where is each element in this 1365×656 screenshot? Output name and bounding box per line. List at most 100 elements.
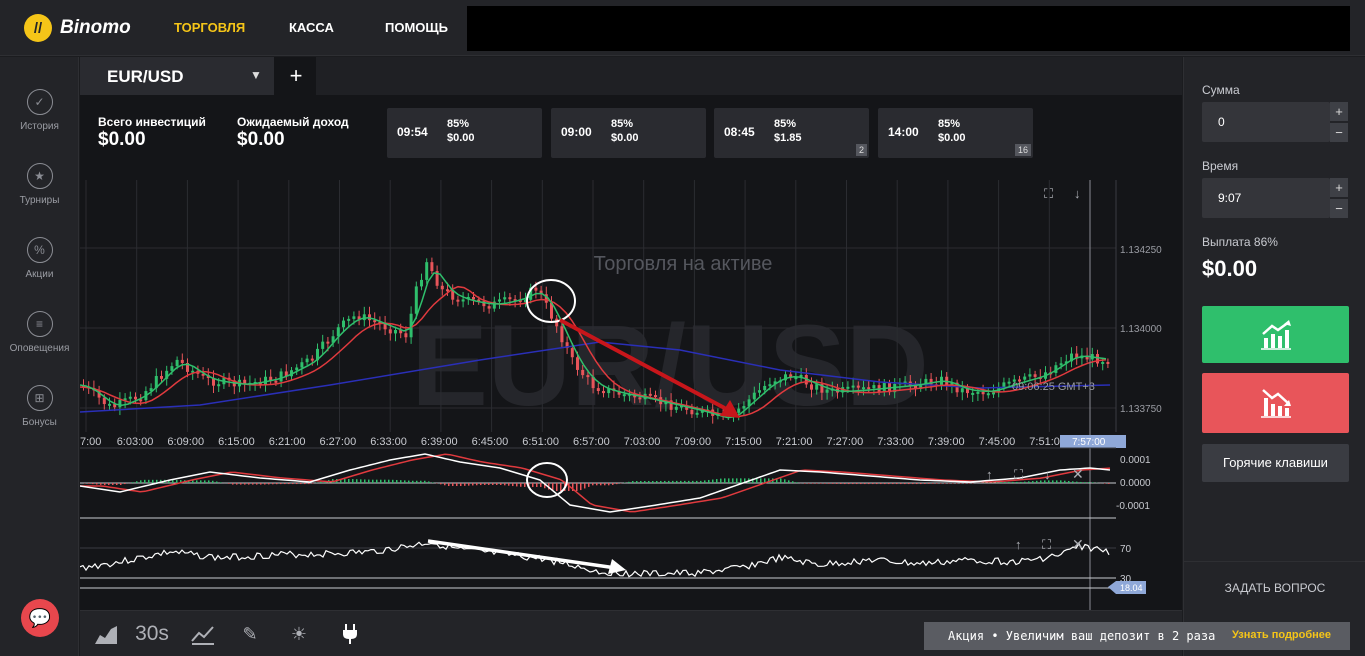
chart-type-icon[interactable] <box>91 619 121 649</box>
asset-tab[interactable]: EUR/USD ▼ <box>80 57 274 95</box>
candle-body <box>695 412 699 415</box>
macd-bar <box>232 483 234 485</box>
nav-help[interactable]: ПОМОЩЬ <box>385 20 448 35</box>
macd-bar <box>884 483 886 485</box>
macd-bar <box>520 483 522 487</box>
sum-decrease-button[interactable]: − <box>1330 123 1348 142</box>
macd-bar <box>792 481 794 483</box>
deal-card[interactable]: 09:54 85% $0.00 <box>387 108 542 158</box>
call-up-button[interactable] <box>1202 306 1349 363</box>
promo-banner[interactable]: Акция • Увеличим ваш депозит в 2 раза Уз… <box>924 622 1350 650</box>
macd-bar <box>416 480 418 483</box>
macd-bar <box>512 483 514 487</box>
add-asset-button[interactable]: + <box>276 57 316 95</box>
close-icon[interactable]: ✕ <box>1072 466 1084 482</box>
candle-body <box>175 359 179 367</box>
candle-body <box>1023 376 1027 380</box>
time-increase-button[interactable]: + <box>1330 178 1348 197</box>
macd-bar <box>704 480 706 483</box>
macd-bar <box>1104 483 1106 484</box>
close-icon[interactable]: ✕ <box>1072 536 1084 552</box>
deal-time: 09:54 <box>397 125 428 139</box>
nav-trading[interactable]: ТОРГОВЛЯ <box>174 20 245 35</box>
sum-increase-button[interactable]: + <box>1330 102 1348 121</box>
sidebar-item-history[interactable]: ✓ История <box>0 89 79 132</box>
time-decrease-button[interactable]: − <box>1330 199 1348 218</box>
macd-bar <box>280 483 282 485</box>
plugin-icon[interactable] <box>335 619 365 649</box>
deal-time: 08:45 <box>724 125 755 139</box>
time-input[interactable]: 9:07 <box>1202 178 1330 218</box>
promo-link[interactable]: Узнать подробнее <box>1232 629 1331 641</box>
candle-body <box>586 375 590 378</box>
fullscreen-icon[interactable]: ⛶ <box>1041 537 1052 552</box>
macd-bar <box>428 481 430 483</box>
macd-bar <box>524 483 526 487</box>
candle-body <box>1101 361 1105 364</box>
fullscreen-icon[interactable]: ⛶ <box>1043 186 1054 201</box>
hotkeys-button[interactable]: Горячие клавиши <box>1202 444 1349 482</box>
arrow-up-icon[interactable]: ↑ <box>1015 537 1022 552</box>
candle-body <box>388 329 392 334</box>
macd-bar <box>472 483 474 486</box>
deal-percent: 85% <box>611 118 634 130</box>
chat-icon: 💬 <box>28 607 52 628</box>
sidebar-item-label: Бонусы <box>22 417 57 428</box>
macd-bar <box>448 483 450 487</box>
macd-bar <box>588 483 590 487</box>
macd-bar <box>720 478 722 483</box>
macd-bar <box>820 483 822 484</box>
sidebar-item-tournaments[interactable]: ★ Турниры <box>0 163 79 206</box>
timeframe-button[interactable]: 30s <box>132 619 172 649</box>
macd-bar <box>788 480 790 483</box>
put-down-button[interactable] <box>1202 373 1349 433</box>
deal-count-badge: 2 <box>855 144 867 156</box>
macd-bar <box>700 480 702 483</box>
arrow-down-icon[interactable]: ↓ <box>1044 467 1051 482</box>
nav-cashier[interactable]: КАССА <box>289 20 334 35</box>
logo[interactable]: // Binomo <box>24 14 131 42</box>
candle-body <box>1028 374 1032 377</box>
time-label: Время <box>1202 159 1239 173</box>
theme-toggle-icon[interactable]: ☀ <box>284 619 314 649</box>
macd-bar <box>364 479 366 483</box>
price-tick: 1.133750 <box>1120 404 1162 415</box>
fullscreen-icon[interactable]: ⛶ <box>1013 467 1024 482</box>
macd-bar <box>368 479 370 483</box>
sidebar-item-bonuses[interactable]: ⊞ Бонусы <box>0 385 79 428</box>
sidebar-item-notifications[interactable]: ≡ Оповещения <box>0 311 79 354</box>
macd-bar <box>804 483 806 484</box>
macd-bar <box>412 480 414 483</box>
drawing-tools-icon[interactable]: ✎ <box>235 619 265 649</box>
candle-body <box>108 403 111 406</box>
candle-body <box>674 406 678 410</box>
chevron-down-icon[interactable]: ▼ <box>250 68 262 82</box>
arrow-down-icon[interactable]: ↓ <box>1074 186 1081 201</box>
sum-input[interactable]: 0 <box>1202 102 1330 142</box>
macd-bar <box>1016 481 1018 483</box>
chat-button[interactable]: 💬 <box>21 599 59 637</box>
macd-tick: 0.0001 <box>1120 455 1151 466</box>
macd-bar <box>260 483 262 485</box>
deal-card[interactable]: 09:00 85% $0.00 <box>551 108 706 158</box>
deal-card[interactable]: 14:00 85% $0.00 16 <box>878 108 1033 158</box>
indicators-icon[interactable] <box>188 619 218 649</box>
macd-bar <box>120 483 122 485</box>
deal-card[interactable]: 08:45 85% $1.85 2 <box>714 108 869 158</box>
macd-bar <box>916 483 918 485</box>
sidebar-item-promotions[interactable]: % Акции <box>0 237 79 280</box>
macd-bar <box>288 483 290 485</box>
candle-body <box>581 369 585 376</box>
deal-percent: 85% <box>938 118 961 130</box>
macd-bar <box>140 480 142 483</box>
macd-bar <box>956 483 958 484</box>
macd-bar <box>932 483 934 484</box>
macd-bar <box>96 483 98 485</box>
price-chart[interactable]: Торговля на активе EUR/USD 1.134250 1.13… <box>80 180 1182 610</box>
ask-question-button[interactable]: ЗАДАТЬ ВОПРОС <box>1184 561 1365 613</box>
candle-body <box>638 397 642 400</box>
macd-bar <box>276 483 278 485</box>
macd-bar <box>696 480 698 483</box>
arrow-up-icon[interactable]: ↑ <box>986 467 993 482</box>
macd-bar <box>872 483 874 485</box>
